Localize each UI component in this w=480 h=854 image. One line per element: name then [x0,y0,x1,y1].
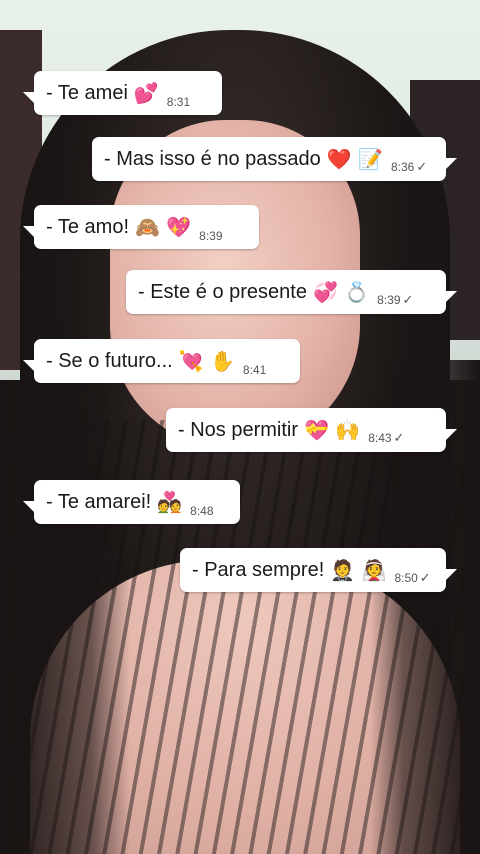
message-time: 8:41 [242,363,267,377]
groom-bride-emoji-icon: 🤵 👰 [330,558,387,582]
message-text: - Nos permitir [178,418,299,441]
chat-bubble-incoming[interactable]: - Te amo! 🙈 💖 8:39 [23,205,259,249]
checkmark-icon: ✓ [416,159,428,174]
heart-memo-emoji-icon: ❤️ 📝 [326,147,383,171]
chat-bubble-outgoing[interactable]: - Mas isso é no passado ❤️ 📝 8:36 ✓ [92,137,457,181]
checkmark-icon: ✓ [402,292,414,307]
chat-bubble-incoming[interactable]: - Se o futuro... 💘 ✋ 8:41 [23,339,300,383]
time-text: 8:36 [390,160,415,174]
message-time: 8:31 [166,95,191,109]
shadow-left [0,380,130,854]
message-text: - Se o futuro... [46,349,173,372]
message-time: 8:50 ✓ [394,570,430,592]
gift-heart-hands-emoji-icon: 💝 🙌 [304,418,361,442]
time-text: 8:43 [368,431,392,445]
chat-bubble-incoming[interactable]: - Te amarei! 💑 8:48 [23,480,240,524]
message-text: - Este é o presente [138,280,307,303]
time-text: 8:39 [377,293,401,307]
message-time: 8:39 ✓ [377,292,413,314]
chat-bubble-incoming[interactable]: - Te amei 💕 8:31 [23,71,222,115]
message-text: - Mas isso é no passado [104,147,321,170]
chat-bubble-outgoing[interactable]: - Nos permitir 💝 🙌 8:43 ✓ [166,408,457,452]
message-time: 8:36 ✓ [391,159,427,181]
chat-bubble-outgoing[interactable]: - Para sempre! 🤵 👰 8:50 ✓ [180,548,457,592]
heart-emoji-icon: 💕 [133,81,159,105]
hearts-ring-emoji-icon: 💞 💍 [312,280,370,304]
message-text: - Te amo! [46,215,129,238]
arrow-heart-hand-emoji-icon: 💘 ✋ [178,349,235,373]
checkmark-icon: ✓ [393,430,405,445]
message-time: 8:48 [190,504,214,518]
monkey-heart-emoji-icon: 🙈 💖 [135,215,192,239]
message-text: - Te amei [46,81,128,104]
message-text: - Para sempre! [192,558,325,581]
checkmark-icon: ✓ [419,570,431,585]
chat-bubble-outgoing[interactable]: - Este é o presente 💞 💍 8:39 ✓ [126,270,457,314]
time-text: 8:50 [394,571,418,585]
couple-emoji-icon: 💑 [157,490,183,514]
message-time: 8:39 [199,229,223,243]
message-text: - Te amarei! [46,490,152,513]
message-time: 8:43 ✓ [368,430,404,452]
